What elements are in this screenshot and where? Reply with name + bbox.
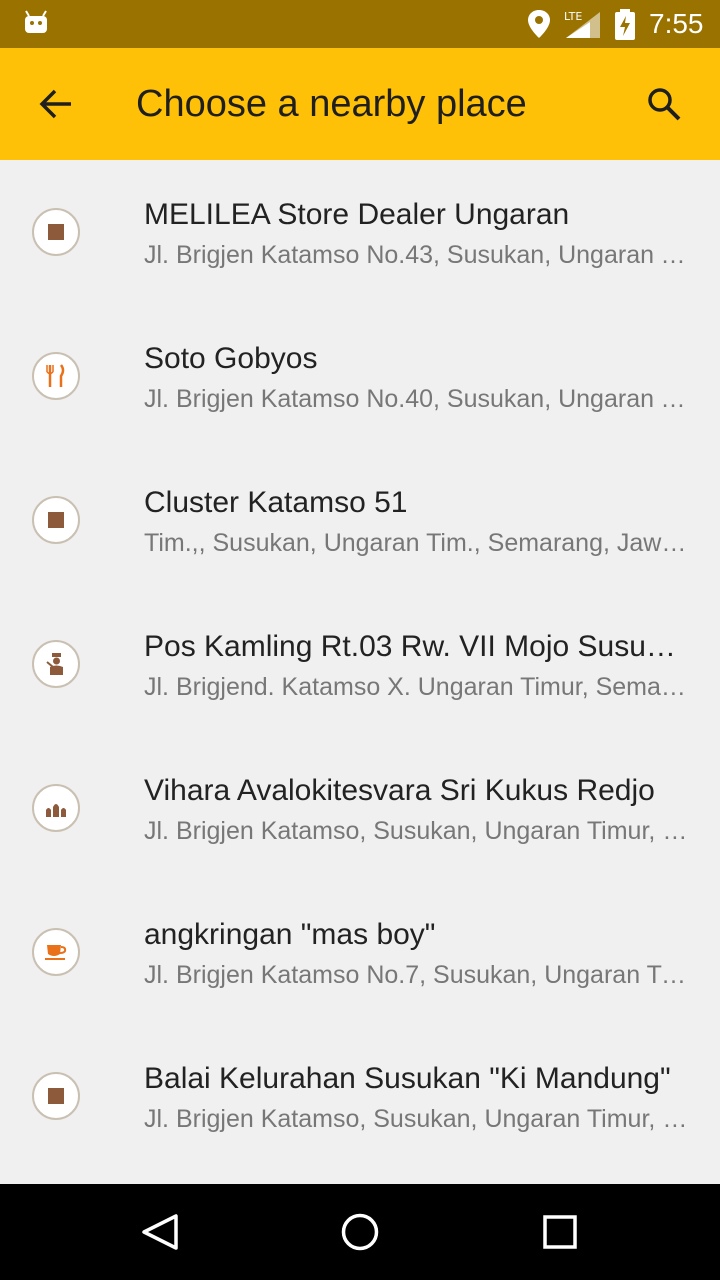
place-list[interactable]: MELILEA Store Dealer Ungaran Jl. Brigjen… [0,160,720,1184]
home-circle-icon[interactable] [336,1208,384,1256]
arrow-back-icon [39,89,71,119]
android-icon [25,10,47,33]
place-name: Vihara Avalokitesvara Sri Kukus Redjo [144,774,655,807]
place-of-worship-icon [32,784,80,832]
place-address: Tim.,, Susukan, Ungaran Tim., Semarang, … [144,529,690,557]
back-button[interactable] [24,72,88,136]
place-address: Jl. Brigjen Katamso No.40, Susukan, Unga… [144,385,690,413]
place-address: Jl. Brigjen Katamso, Susukan, Ungaran Ti… [144,1105,690,1133]
recents-square-icon[interactable] [536,1208,584,1256]
place-name: Soto Gobyos [144,342,318,375]
generic-place-icon [32,1072,80,1120]
place-name: Pos Kamling Rt.03 Rw. VII Mojo Susukan [144,630,690,663]
list-item[interactable]: MELILEA Store Dealer Ungaran Jl. Brigjen… [0,160,720,304]
generic-place-icon [32,208,80,256]
search-icon [648,88,681,121]
status-time: 7:55 [649,8,704,39]
generic-place-icon [32,496,80,544]
back-triangle-icon[interactable] [136,1208,184,1256]
cafe-icon [32,928,80,976]
list-item[interactable]: Soto Gobyos Jl. Brigjen Katamso No.40, S… [0,304,720,448]
page-title: Choose a nearby place [136,83,527,125]
app-bar: Choose a nearby place [0,48,720,160]
place-name: MELILEA Store Dealer Ungaran [144,198,570,231]
place-address: Jl. Brigjend. Katamso X. Ungaran Timur, … [144,673,690,701]
list-item[interactable]: angkringan "mas boy" Jl. Brigjen Katamso… [0,880,720,1024]
battery-charging-icon [615,9,635,40]
list-item[interactable]: Pos Kamling Rt.03 Rw. VII Mojo Susukan J… [0,592,720,736]
location-icon [528,10,550,38]
place-address: Jl. Brigjen Katamso, Susukan, Ungaran Ti… [144,817,690,845]
system-nav-bar [0,1184,720,1280]
police-icon [32,640,80,688]
place-name: Balai Kelurahan Susukan "Ki Mandung" [144,1062,671,1095]
list-item[interactable]: Cluster Katamso 51 Tim.,, Susukan, Ungar… [0,448,720,592]
list-item[interactable]: Vihara Avalokitesvara Sri Kukus Redjo Jl… [0,736,720,880]
search-button[interactable] [632,72,696,136]
status-bar: LTE 7:55 [0,0,720,48]
place-address: Jl. Brigjen Katamso No.7, Susukan, Ungar… [144,961,690,989]
list-item[interactable]: Balai Kelurahan Susukan "Ki Mandung" Jl.… [0,1024,720,1168]
signal-icon: LTE [564,10,600,38]
place-name: angkringan "mas boy" [144,918,436,951]
place-name: Cluster Katamso 51 [144,486,408,519]
place-address: Jl. Brigjen Katamso No.43, Susukan, Unga… [144,241,690,269]
restaurant-icon [32,352,80,400]
network-type-label: LTE [564,10,582,23]
